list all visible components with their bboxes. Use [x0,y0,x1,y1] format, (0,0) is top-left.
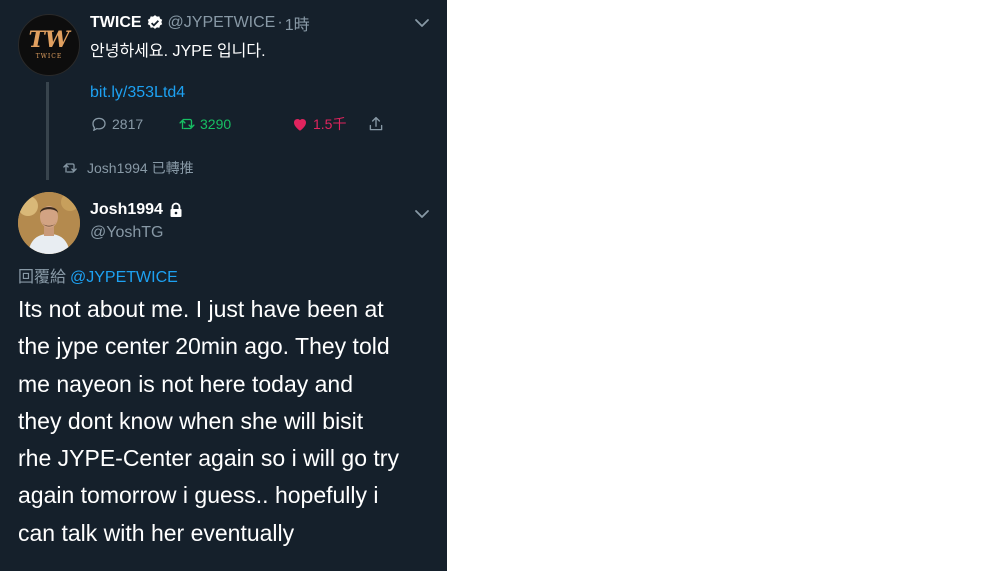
reply-body-line: rhe JYPE-Center again so i will go try [18,445,399,472]
tweet-header: TWICE @JYPETWICE · 1時 [90,12,310,34]
author-handle[interactable]: @JYPETWICE [168,14,276,32]
reply-count: 2817 [112,116,144,132]
reply-body: Its not about me. I just have been at th… [18,291,440,552]
like-count: 1.5千 [313,116,347,132]
retweet-icon [179,118,195,130]
reply-body-line: they dont know when she will bisit [18,407,364,434]
share-button[interactable] [367,115,385,133]
reply-body-line: can talk with her eventually [18,519,295,546]
tweet-actions: 2817 3290 1.5千 [90,113,385,135]
heart-icon [294,119,306,131]
separator-dot: · [277,14,283,31]
reply-author-name[interactable]: Josh1994 [90,201,163,219]
replying-to: 回覆給 @JYPETWICE [18,263,178,287]
replying-to-label: 回覆給 [18,269,67,286]
reply-body-line: me nayeon is not here today and [18,370,354,397]
lock-icon [170,202,182,217]
reply-author-handle[interactable]: @YoshTG [90,224,163,242]
reply-author-row: Josh1994 [90,201,183,219]
twice-logo-word: TWICE [35,53,63,60]
share-icon [369,116,383,131]
chevron-down-icon[interactable] [414,18,430,28]
like-button[interactable]: 1.5千 [291,114,367,134]
retweet-context-icon [63,163,77,173]
reply-icon [92,117,106,132]
thread-line [46,82,49,180]
retweet-count: 3290 [200,116,232,132]
twice-logo-mark: TW [28,27,70,53]
person-photo-icon [18,192,80,254]
tweet-text: 안녕하세요. JYPE 입니다. [90,43,266,60]
verified-badge-icon [146,14,164,32]
chevron-down-icon[interactable] [414,209,430,219]
twice-avatar[interactable]: TW TWICE [18,14,80,76]
retweet-context-text: Josh1994 已轉推 [87,160,194,176]
tweet-panel: TW TWICE TWICE @JYPETWICE · 1時 안녕하세요. JY… [0,0,447,571]
reply-body-line: the jype center 20min ago. They told [18,333,390,360]
reply-body-line: Its not about me. I just have been at [18,296,384,322]
retweet-button[interactable]: 3290 [178,115,291,133]
tweet-time[interactable]: 1時 [285,11,310,35]
tweet-link[interactable]: bit.ly/353Ltd4 [90,84,185,102]
reply-body-line: again tomorrow i guess.. hopefully i [18,482,379,509]
author-name[interactable]: TWICE [90,14,142,32]
user-avatar[interactable] [18,192,80,254]
reply-button[interactable]: 2817 [90,115,178,133]
replying-to-mention[interactable]: @JYPETWICE [70,269,178,286]
retweet-context[interactable]: Josh1994 已轉推 [62,158,194,178]
